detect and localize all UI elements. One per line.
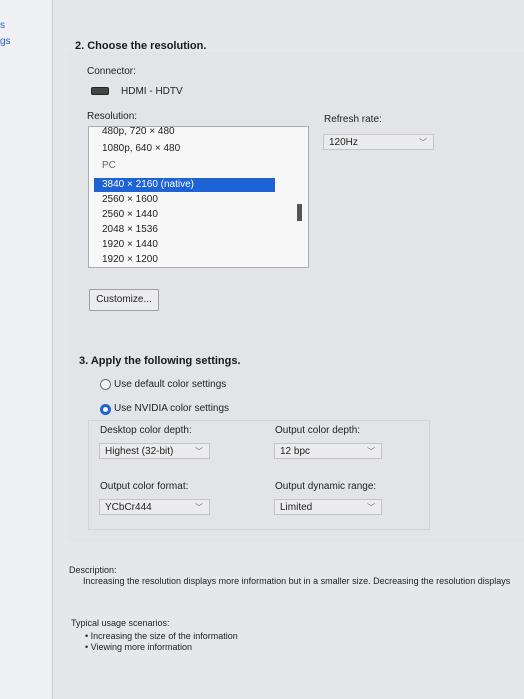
desktop-depth-label: Desktop color depth: [100,425,192,436]
output-depth-value: 12 bpc [280,446,311,457]
usage-title: Typical usage scenarios: [71,618,170,628]
sidebar-link[interactable]: gs [0,36,11,47]
resolution-group-pc: PC [102,160,116,171]
chevron-down-icon: ﹀ [419,138,427,147]
output-depth-select[interactable]: 12 bpc ﹀ [274,443,382,459]
resolution-item[interactable]: 1920 × 1200 [94,253,275,267]
chevron-down-icon: ﹀ [367,503,375,512]
refresh-rate-label: Refresh rate: [324,114,382,125]
description-title: Description: [69,565,117,575]
chevron-down-icon: ﹀ [367,447,375,456]
dynamic-range-value: Limited [280,502,313,513]
dynamic-range-select[interactable]: Limited ﹀ [274,499,382,515]
usage-item: • Increasing the size of the information [85,631,238,641]
resolution-item[interactable]: 480p, 720 × 480 [94,127,275,139]
radio-default-color[interactable] [100,379,111,390]
resolution-list[interactable]: 480p, 720 × 480 1080p, 640 × 480 PC 3840… [88,126,309,268]
output-format-value: YCbCr444 [105,502,152,513]
radio-nvidia-label: Use NVIDIA color settings [114,403,230,414]
radio-nvidia-color[interactable] [100,404,111,415]
resolution-item-selected[interactable]: 3840 × 2160 (native) [94,178,275,192]
hdmi-icon [91,87,109,95]
output-depth-label: Output color depth: [275,425,361,436]
chevron-down-icon: ﹀ [195,447,203,456]
resolution-item[interactable]: 2048 × 1536 [94,223,275,237]
description-text: Increasing the resolution displays more … [83,576,511,586]
resolution-item[interactable]: 1920 × 1440 [94,238,275,252]
list-scrollbar[interactable] [297,204,302,221]
output-format-select[interactable]: YCbCr444 ﹀ [99,499,210,515]
section3-heading: 3. Apply the following settings. [79,355,241,367]
desktop-depth-select[interactable]: Highest (32-bit) ﹀ [99,443,210,459]
connector-value: HDMI - HDTV [121,86,183,97]
customize-button[interactable]: Customize... [89,289,159,311]
connector-label: Connector: [87,66,136,77]
section2-heading: 2. Choose the resolution. [75,40,207,52]
refresh-rate-value: 120Hz [329,137,358,148]
resolution-item[interactable]: 1080p, 640 × 480 [94,142,275,156]
chevron-down-icon: ﹀ [195,503,203,512]
dynamic-range-label: Output dynamic range: [275,481,377,492]
resolution-item[interactable]: 2560 × 1440 [94,208,275,222]
desktop-depth-value: Highest (32-bit) [105,446,174,457]
radio-default-label: Use default color settings [114,379,227,390]
output-format-label: Output color format: [100,481,189,492]
sidebar-link[interactable]: s [0,20,5,31]
resolution-item[interactable]: 2560 × 1600 [94,193,275,207]
sidebar: s gs [0,0,53,699]
usage-item: • Viewing more information [85,642,193,652]
resolution-label: Resolution: [87,111,138,122]
refresh-rate-select[interactable]: 120Hz ﹀ [323,134,434,150]
